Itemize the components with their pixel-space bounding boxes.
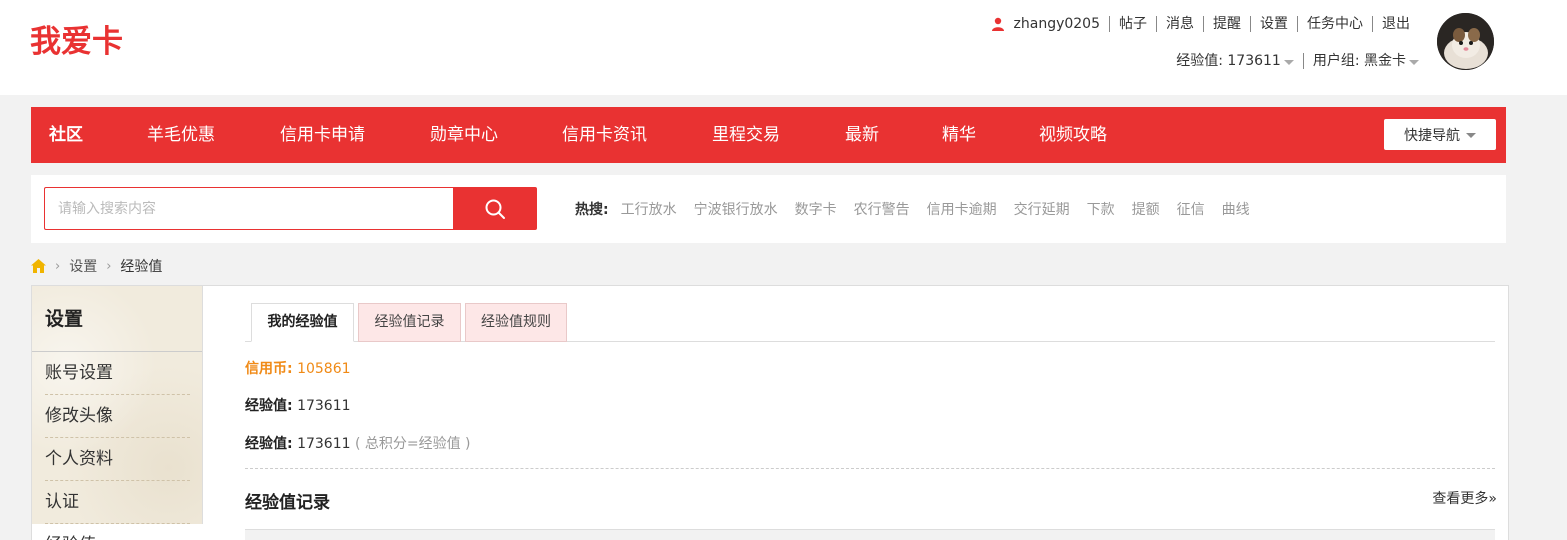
nav-item-latest[interactable]: 最新 bbox=[845, 107, 879, 163]
hot-keyword[interactable]: 工行放水 bbox=[621, 199, 677, 219]
hot-searches: 热搜: 工行放水 宁波银行放水 数字卡 农行警告 信用卡逾期 交行延期 下款 提… bbox=[575, 199, 1267, 219]
records-title: 经验值记录 bbox=[245, 493, 330, 513]
experience-value: 173611 bbox=[297, 398, 351, 414]
total-experience-row: 经验值: 173611 ( 总积分=经验值 ) bbox=[245, 433, 471, 453]
group-value: 黑金卡 bbox=[1364, 53, 1406, 69]
sidebar-item-verification[interactable]: 认证 bbox=[45, 481, 190, 524]
nav-item-featured[interactable]: 精华 bbox=[942, 107, 976, 163]
hot-keyword[interactable]: 信用卡逾期 bbox=[927, 199, 997, 219]
view-more-link[interactable]: 查看更多» bbox=[1432, 488, 1497, 508]
sidebar-item-experience[interactable]: 经验值 bbox=[32, 524, 203, 540]
sidebar-item-account[interactable]: 账号设置 bbox=[45, 352, 190, 395]
records-table-header bbox=[245, 529, 1495, 540]
hot-search-label: 热搜: bbox=[575, 202, 609, 218]
nav-item-deals[interactable]: 羊毛优惠 bbox=[147, 107, 215, 163]
main-nav: 社区 羊毛优惠 信用卡申请 勋章中心 信用卡资讯 里程交易 最新 精华 视频攻略… bbox=[31, 107, 1506, 163]
exp-label: 经验值: bbox=[1176, 53, 1223, 69]
home-icon[interactable] bbox=[31, 259, 46, 273]
tab-experience-records[interactable]: 经验值记录 bbox=[358, 303, 461, 342]
chevron-down-icon bbox=[1409, 59, 1419, 65]
tab-experience-rules[interactable]: 经验值规则 bbox=[465, 303, 567, 342]
nav-item-mileage[interactable]: 里程交易 bbox=[712, 107, 780, 163]
search-bar: 热搜: 工行放水 宁波银行放水 数字卡 农行警告 信用卡逾期 交行延期 下款 提… bbox=[31, 175, 1506, 243]
exp-value: 173611 bbox=[1227, 53, 1281, 69]
settings-sidebar: 设置 账号设置 修改头像 个人资料 认证 经验值 bbox=[32, 286, 203, 540]
search-input[interactable] bbox=[44, 187, 454, 230]
breadcrumb: › 设置 › 经验值 bbox=[31, 256, 162, 276]
exp-dropdown[interactable]: 经验值: 173611 bbox=[1176, 53, 1304, 69]
site-logo[interactable]: 我爱卡 bbox=[30, 20, 136, 60]
nav-item-card-news[interactable]: 信用卡资讯 bbox=[562, 107, 647, 163]
hot-keyword[interactable]: 征信 bbox=[1177, 199, 1205, 219]
user-stats: 经验值: 173611 用户组: 黑金卡 bbox=[1176, 51, 1419, 71]
link-logout[interactable]: 退出 bbox=[1372, 16, 1419, 32]
sidebar-title: 设置 bbox=[32, 286, 202, 352]
username: zhangy0205 bbox=[1013, 16, 1100, 32]
link-task-center[interactable]: 任务中心 bbox=[1297, 16, 1372, 32]
sidebar-item-profile[interactable]: 个人资料 bbox=[45, 438, 190, 481]
divider bbox=[245, 468, 1495, 469]
total-experience-note: ( 总积分=经验值 ) bbox=[354, 436, 471, 452]
link-posts[interactable]: 帖子 bbox=[1109, 16, 1156, 32]
content-panel: 设置 账号设置 修改头像 个人资料 认证 经验值 我的经验值 经验值记录 经验值… bbox=[31, 285, 1509, 540]
hot-keyword[interactable]: 交行延期 bbox=[1014, 199, 1070, 219]
link-reminders[interactable]: 提醒 bbox=[1203, 16, 1250, 32]
hot-keyword[interactable]: 宁波银行放水 bbox=[694, 199, 778, 219]
quick-nav-label: 快捷导航 bbox=[1404, 127, 1460, 144]
hot-keyword[interactable]: 数字卡 bbox=[795, 199, 837, 219]
tab-my-experience[interactable]: 我的经验值 bbox=[251, 303, 354, 342]
search-button[interactable] bbox=[453, 187, 537, 230]
total-experience-value: 173611 bbox=[297, 436, 351, 452]
hot-keyword[interactable]: 曲线 bbox=[1222, 199, 1250, 219]
credit-coin-label: 信用币: bbox=[245, 361, 293, 377]
sidebar-item-avatar[interactable]: 修改头像 bbox=[45, 395, 190, 438]
credit-coin-value: 105861 bbox=[297, 361, 351, 377]
usergroup-dropdown[interactable]: 用户组: 黑金卡 bbox=[1304, 53, 1419, 69]
chevron-down-icon bbox=[1283, 59, 1294, 65]
avatar-image bbox=[1437, 13, 1494, 70]
logo-text: 我爱卡 bbox=[30, 24, 123, 60]
breadcrumb-current: 经验值 bbox=[120, 259, 163, 275]
user-links: zhangy0205 帖子 消息 提醒 设置 任务中心 退出 bbox=[991, 14, 1419, 34]
tab-bar: 我的经验值 经验值记录 经验值规则 bbox=[245, 303, 1495, 342]
breadcrumb-settings[interactable]: 设置 bbox=[69, 256, 97, 276]
nav-item-community[interactable]: 社区 bbox=[49, 107, 83, 163]
experience-label: 经验值: bbox=[245, 398, 293, 414]
breadcrumb-separator-icon: › bbox=[106, 258, 112, 274]
hot-keyword[interactable]: 下款 bbox=[1087, 199, 1115, 219]
total-experience-label: 经验值: bbox=[245, 436, 293, 452]
user-profile-link[interactable]: zhangy0205 bbox=[991, 16, 1109, 32]
nav-item-medals[interactable]: 勋章中心 bbox=[430, 107, 498, 163]
breadcrumb-separator-icon: › bbox=[55, 258, 61, 274]
user-icon bbox=[991, 17, 1004, 31]
top-header: 我爱卡 zhangy0205 帖子 消息 提醒 设置 任务中心 退出 经验值: … bbox=[0, 0, 1567, 95]
search-icon bbox=[485, 199, 505, 219]
hot-keyword[interactable]: 农行警告 bbox=[854, 199, 910, 219]
link-messages[interactable]: 消息 bbox=[1156, 16, 1203, 32]
link-settings[interactable]: 设置 bbox=[1250, 16, 1297, 32]
quick-nav-button[interactable]: 快捷导航 bbox=[1384, 119, 1496, 150]
group-label: 用户组: bbox=[1312, 53, 1360, 69]
avatar[interactable] bbox=[1437, 13, 1494, 70]
experience-row: 经验值: 173611 bbox=[245, 395, 351, 415]
credit-coin-row: 信用币: 105861 bbox=[245, 358, 351, 378]
nav-item-video-guides[interactable]: 视频攻略 bbox=[1039, 107, 1107, 163]
main-content: 我的经验值 经验值记录 经验值规则 信用币: 105861 经验值: 17361… bbox=[245, 286, 1497, 540]
chevron-down-icon bbox=[1466, 133, 1476, 138]
hot-keyword[interactable]: 提额 bbox=[1132, 199, 1160, 219]
nav-item-card-apply[interactable]: 信用卡申请 bbox=[280, 107, 365, 163]
